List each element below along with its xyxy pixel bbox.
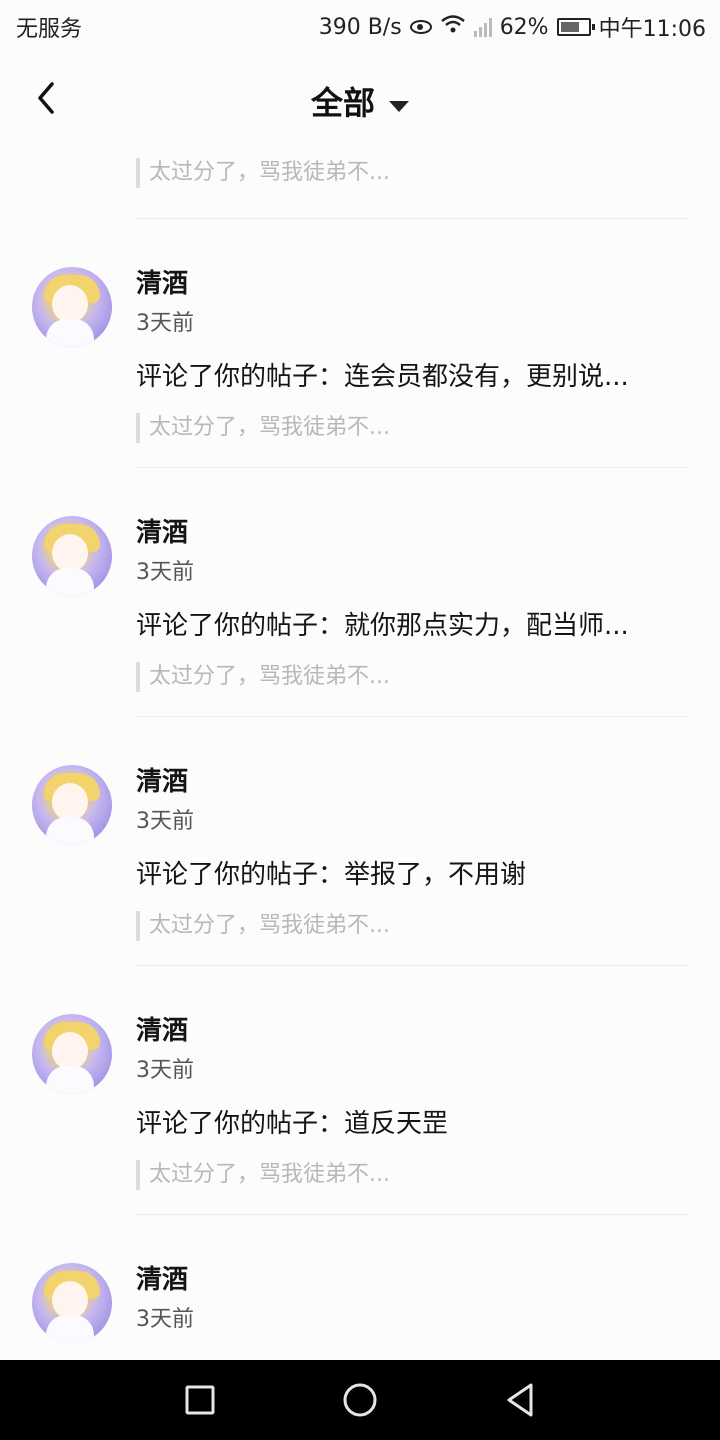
circle-icon — [343, 1383, 377, 1417]
user-name[interactable]: 清酒 — [136, 765, 188, 799]
home-button[interactable] — [340, 1380, 380, 1420]
comment-text: 评论了你的帖子：就你那点实力，配当师... — [136, 611, 629, 641]
quoted-reply: 太过分了，骂我徒弟不... — [136, 1160, 390, 1190]
network-speed: 390 B/s — [318, 14, 402, 40]
filter-dropdown[interactable]: 全部 — [0, 78, 720, 124]
quoted-reply: 太过分了，骂我徒弟不... — [136, 158, 390, 188]
timestamp: 3天前 — [136, 809, 194, 834]
battery-percent: 62% — [499, 14, 549, 40]
comment-text: 评论了你的帖子：举报了，不用谢 — [136, 860, 527, 890]
divider — [136, 965, 688, 966]
signal-icon — [473, 17, 492, 37]
battery-icon — [556, 18, 595, 36]
divider — [136, 218, 688, 219]
system-navigation-bar — [0, 1360, 720, 1440]
divider — [136, 1214, 688, 1215]
avatar[interactable] — [32, 516, 112, 596]
avatar[interactable] — [32, 1263, 112, 1343]
timestamp: 3天前 — [136, 560, 194, 585]
avatar[interactable] — [32, 765, 112, 845]
comment-text: 评论了你的帖子：连会员都没有，更别说... — [136, 362, 629, 392]
timestamp: 3天前 — [136, 1307, 194, 1332]
quoted-reply: 太过分了，骂我徒弟不... — [136, 911, 390, 941]
list-item[interactable]: 清酒 3天前 评论了你的帖子：举报了，不用谢 太过分了，骂我徒弟不... — [0, 765, 720, 1014]
quoted-reply: 太过分了，骂我徒弟不... — [136, 413, 390, 443]
status-icons: 390 B/s 62% 中午11:06 — [319, 11, 706, 43]
page-title: 全部 — [310, 84, 375, 122]
user-name[interactable]: 清酒 — [136, 516, 188, 550]
user-name[interactable]: 清酒 — [136, 1014, 188, 1048]
list-item[interactable]: 清酒 3天前 评论了你的帖子：道反天罡 太过分了，骂我徒弟不... — [0, 1014, 720, 1263]
system-back-button[interactable] — [500, 1380, 540, 1420]
avatar[interactable] — [32, 267, 112, 347]
divider — [136, 716, 688, 717]
user-name[interactable]: 清酒 — [136, 1263, 188, 1297]
top-app-bar: 全部 — [0, 50, 720, 145]
avatar[interactable] — [32, 1014, 112, 1094]
eye-comfort-icon — [409, 20, 432, 34]
comment-text: 评论了你的帖子：道反天罡 — [136, 1109, 449, 1139]
timestamp: 3天前 — [136, 1058, 194, 1083]
quoted-reply: 太过分了，骂我徒弟不... — [136, 662, 390, 692]
clock: 中午11:06 — [598, 17, 706, 42]
timestamp: 3天前 — [136, 311, 194, 336]
triangle-back-icon — [507, 1383, 533, 1417]
divider — [136, 467, 688, 468]
wifi-icon — [440, 14, 466, 40]
recents-button[interactable] — [180, 1380, 220, 1420]
status-bar: 无服务 390 B/s 62% 中午11:06 — [0, 0, 720, 50]
user-name[interactable]: 清酒 — [136, 267, 188, 301]
caret-down-icon — [389, 101, 409, 112]
list-item[interactable]: 清酒 3天前 评论了你的帖子：就你那点实力，配当师... 太过分了，骂我徒弟不.… — [0, 516, 720, 765]
square-icon — [185, 1385, 215, 1415]
list-item[interactable]: 清酒 3天前 评论了你的帖子：连会员都没有，更别说... 太过分了，骂我徒弟不.… — [0, 267, 720, 516]
list-item[interactable]: 清酒 3天前 — [0, 1263, 720, 1360]
carrier-label: 无服务 — [16, 17, 83, 42]
